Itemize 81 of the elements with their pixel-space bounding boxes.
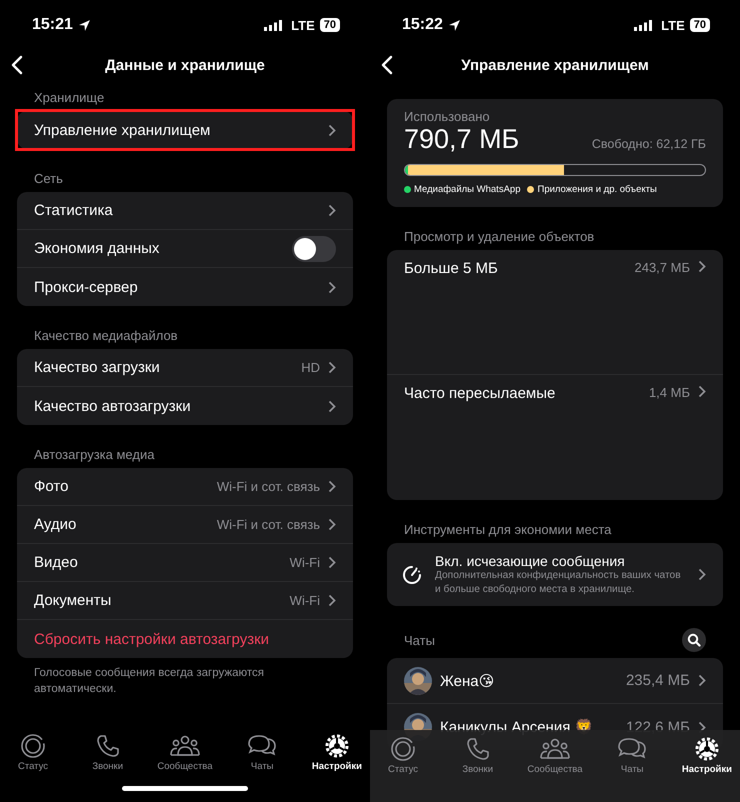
section-header: Чаты [404, 632, 435, 648]
storage-category-row[interactable]: Часто пересылаемые 1,4 МБ [387, 375, 723, 500]
tab[interactable]: Статус [8, 733, 58, 772]
back-icon[interactable] [11, 55, 23, 75]
settings-icon [324, 733, 350, 759]
chevron-icon [328, 518, 336, 531]
settings-row[interactable]: Видео Wi-Fi [17, 544, 353, 582]
section-header: Автозагрузка медиа [34, 447, 154, 462]
tab[interactable]: Чаты [607, 736, 658, 775]
section-header: Хранилище [34, 90, 104, 105]
signal-icon [634, 20, 652, 30]
legend-label: Медиафайлы WhatsApp [414, 184, 520, 195]
settings-row[interactable]: Управление хранилищем [17, 111, 353, 149]
tab[interactable]: Статус [378, 736, 428, 775]
chevron-icon [328, 361, 336, 374]
status-icon [390, 736, 416, 762]
chevron-icon [328, 556, 336, 569]
chat-size: 122,6 МБ [626, 718, 690, 736]
back-icon[interactable] [381, 55, 393, 75]
used-label: Использовано [404, 109, 491, 124]
chevron-icon[interactable] [698, 568, 706, 581]
tab[interactable]: Звонки [82, 733, 133, 772]
tab[interactable]: Настройки [682, 736, 732, 775]
chevron-icon [328, 280, 336, 294]
settings-row[interactable]: Аудио Wi-Fi и сот. связь [17, 506, 353, 544]
location-arrow-icon [78, 18, 91, 32]
battery-level: 70 [320, 18, 340, 32]
settings-row[interactable]: Статистика [17, 192, 353, 230]
status-icon [20, 733, 46, 759]
chevron-icon [328, 400, 336, 412]
chat-name: Жена😘 [440, 672, 496, 690]
chat-name: Каникулы Арсения 🦁 [440, 718, 594, 736]
signal-icon [264, 20, 282, 30]
settings-row[interactable]: Фото Wi-Fi и сот. связь [17, 468, 353, 506]
timer-icon [401, 564, 423, 586]
tool-description: Дополнительная конфиденциальность ваших чатов и больше свободного места в хранилище. [435, 569, 682, 596]
chevron-icon[interactable] [698, 674, 706, 687]
screen-title: Данные и хранилище [105, 56, 265, 74]
chevron-icon [698, 260, 706, 273]
section-header: Сеть [34, 171, 63, 186]
tool-title: Вкл. исчезающие сообщения [435, 552, 626, 569]
tab[interactable]: Сообщества [157, 733, 213, 772]
section-header: Качество медиафайлов [34, 328, 178, 343]
status-time: 15:22 [402, 16, 443, 34]
used-amount: 790,7 МБ [404, 124, 520, 155]
footnote: Голосовые сообщения всегда загружаются автоматически. [33, 666, 265, 697]
section-header: Инструменты для экономии места [404, 522, 612, 537]
chat-size: 235,4 МБ [626, 672, 690, 689]
network-type: LTE [661, 18, 685, 32]
search-icon [687, 633, 701, 647]
toggle-switch[interactable] [292, 236, 336, 262]
storage-category-row[interactable]: Больше 5 МБ 243,7 МБ [387, 250, 723, 375]
chevron-icon [328, 594, 336, 607]
network-type: LTE [291, 18, 315, 32]
chevron-icon [328, 480, 336, 493]
legend-label: Приложения и др. объекты [537, 184, 657, 195]
people-icon [538, 736, 571, 762]
people-icon [168, 733, 201, 759]
search-button[interactable] [682, 628, 706, 652]
settings-row[interactable]: Документы Wi-Fi [17, 582, 353, 620]
settings-row[interactable]: Качество автозагрузки [17, 387, 353, 425]
settings-row[interactable]: Прокси-сервер [17, 268, 353, 306]
free-space: Свободно: 62,12 ГБ [592, 137, 706, 151]
chevron-icon [698, 385, 706, 398]
battery-level: 70 [690, 18, 710, 32]
tab[interactable]: Сообщества [527, 736, 583, 775]
reset-link[interactable]: Сбросить настройки автозагрузки [17, 620, 353, 658]
tab[interactable]: Настройки [312, 733, 362, 772]
status-time: 15:21 [32, 16, 73, 34]
location-arrow-icon [448, 18, 461, 32]
settings-row[interactable]: Качество загрузки HD [17, 349, 353, 387]
tab[interactable]: Чаты [237, 733, 288, 772]
phone-icon [464, 736, 491, 762]
section-header: Просмотр и удаление объектов [404, 229, 594, 244]
settings-icon [694, 736, 720, 762]
row-label: Экономия данных [34, 240, 160, 257]
phone-icon [94, 733, 121, 759]
chevron-icon [328, 204, 336, 217]
chevron-icon [328, 124, 336, 136]
tab[interactable]: Звонки [452, 736, 503, 775]
screen-title: Управление хранилищем [461, 56, 649, 74]
